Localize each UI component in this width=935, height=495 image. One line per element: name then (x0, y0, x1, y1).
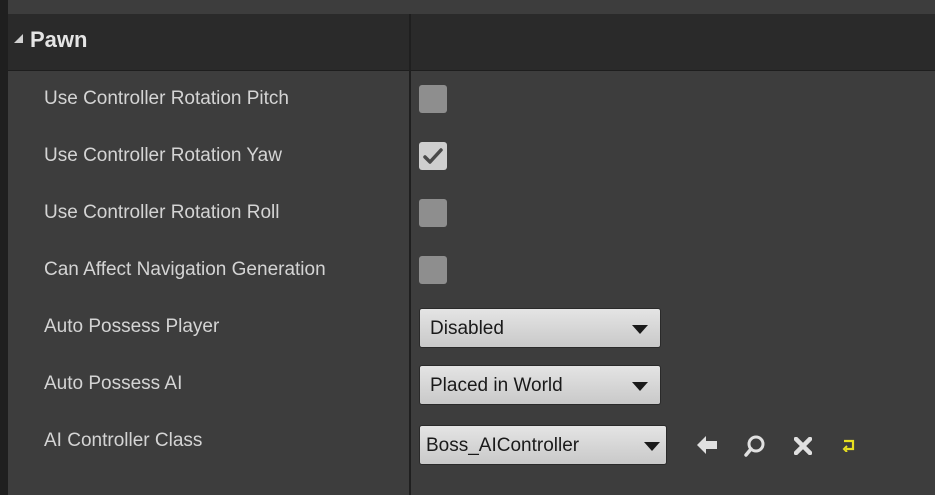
property-label: Use Controller Rotation Pitch (44, 88, 289, 109)
dropdown-value: Disabled (430, 318, 504, 339)
property-row-auto-possess-ai: Auto Possess AI Placed in World (8, 356, 935, 413)
property-row-auto-possess-player: Auto Possess Player Disabled (8, 299, 935, 356)
chevron-down-icon (632, 382, 648, 391)
reset-to-default-icon[interactable] (842, 438, 856, 457)
dropdown-value: Boss_AIController (426, 435, 580, 456)
dropdown-value: Placed in World (430, 375, 563, 396)
chevron-down-icon (632, 325, 648, 334)
property-row-use-controller-rotation-yaw: Use Controller Rotation Yaw (8, 128, 935, 185)
use-controller-rotation-roll-checkbox[interactable] (419, 199, 447, 227)
property-row-can-affect-navigation-generation: Can Affect Navigation Generation (8, 242, 935, 299)
use-controller-rotation-yaw-checkbox[interactable] (419, 142, 447, 170)
property-label: Use Controller Rotation Roll (44, 202, 280, 223)
left-edge (0, 0, 8, 495)
clear-icon[interactable] (793, 436, 813, 460)
browse-icon[interactable] (744, 435, 766, 462)
property-label: Auto Possess AI (44, 373, 183, 394)
property-label: AI Controller Class (44, 430, 203, 451)
property-label: Auto Possess Player (44, 316, 220, 337)
auto-possess-ai-dropdown[interactable]: Placed in World (419, 365, 661, 405)
property-label: Can Affect Navigation Generation (44, 259, 326, 280)
use-controller-rotation-pitch-checkbox[interactable] (419, 85, 447, 113)
chevron-down-icon (644, 442, 660, 451)
details-panel: Pawn Use Controller Rotation Pitch Use C… (0, 0, 935, 495)
property-row-use-controller-rotation-pitch: Use Controller Rotation Pitch (8, 71, 935, 128)
arrow-left-icon[interactable] (696, 435, 718, 460)
ai-controller-class-dropdown[interactable]: Boss_AIController (419, 425, 667, 465)
property-row-ai-controller-class: AI Controller Class Boss_AIController (8, 413, 935, 470)
property-row-use-controller-rotation-roll: Use Controller Rotation Roll (8, 185, 935, 242)
property-label: Use Controller Rotation Yaw (44, 145, 282, 166)
auto-possess-player-dropdown[interactable]: Disabled (419, 308, 661, 348)
category-title: Pawn (30, 27, 88, 52)
category-header-pawn[interactable]: Pawn (8, 14, 935, 71)
checkmark-icon (423, 148, 443, 164)
can-affect-navigation-generation-checkbox[interactable] (419, 256, 447, 284)
collapse-arrow-icon[interactable] (14, 34, 23, 43)
